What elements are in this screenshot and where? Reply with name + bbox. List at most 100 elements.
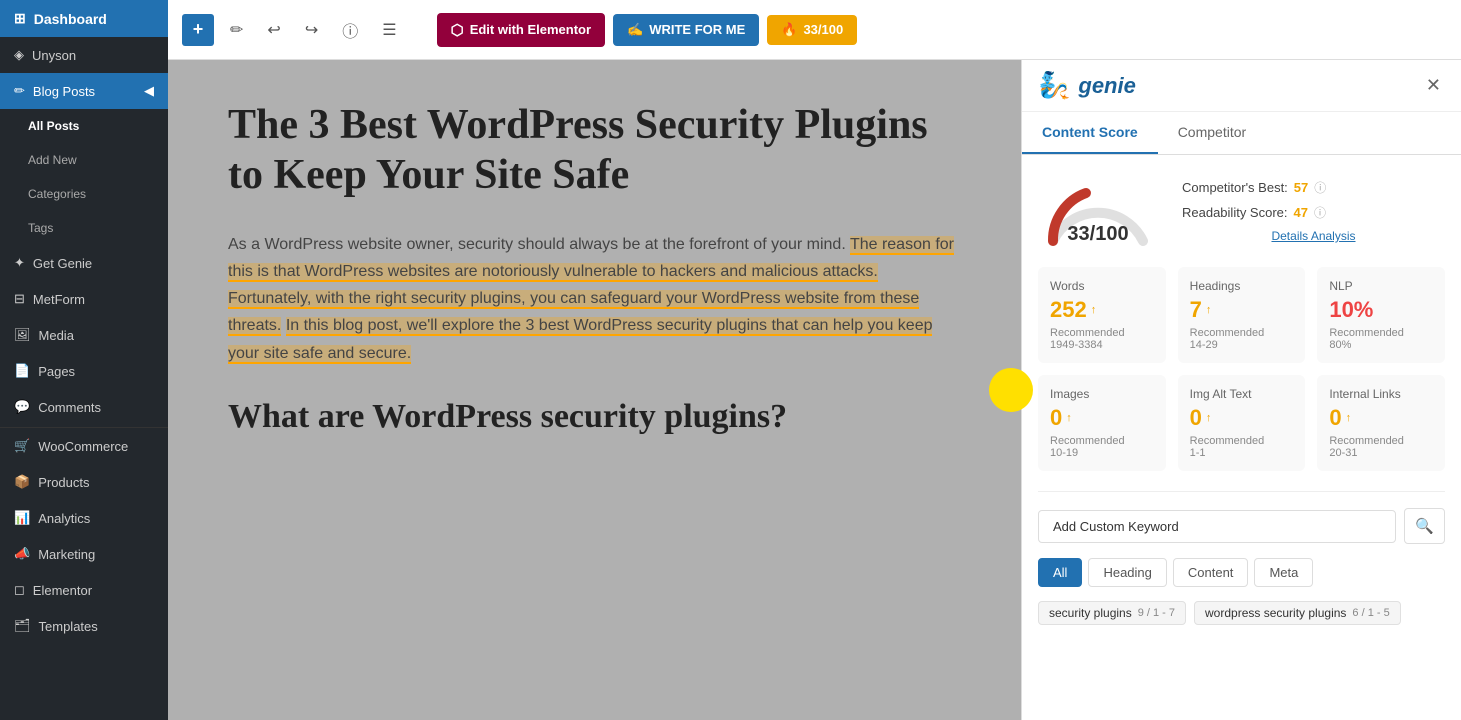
media-icon: 🖼 [14,327,31,343]
sidebar: ⊞ Dashboard ◈ Unyson ✏ Blog Posts ◀ All … [0,0,168,720]
sidebar-item-label: Analytics [38,511,90,526]
templates-icon: 🗂 [14,618,31,634]
metric-headings-recommended: Recommended 14-29 [1190,327,1294,351]
keyword-tag-text: security plugins [1049,606,1132,620]
sidebar-item-label: Unyson [32,48,76,63]
metric-img-alt-recommended: Recommended 1-1 [1190,435,1294,459]
sidebar-item-all-posts[interactable]: All Posts [0,109,168,143]
competitor-best-label: Competitor's Best: [1182,180,1288,195]
metric-internal-links-recommended: Recommended 20-31 [1329,435,1433,459]
sidebar-item-label: MetForm [33,292,85,307]
sidebar-item-label: Templates [39,619,98,634]
sidebar-item-blog-posts[interactable]: ✏ Blog Posts ◀ [0,73,168,109]
metric-nlp-value: 10% [1329,297,1433,323]
sidebar-item-categories[interactable]: Categories [0,177,168,211]
post-body-1: As a WordPress website owner, security s… [228,231,961,367]
metric-headings: Headings 7 ↑ Recommended 14-29 [1178,267,1306,363]
keyword-search-button[interactable]: 🔍 [1404,508,1445,544]
woocommerce-icon: 🛒 [14,438,30,454]
sidebar-item-templates[interactable]: 🗂 Templates [0,608,168,644]
filter-tab-content[interactable]: Content [1173,558,1249,587]
keyword-tag-text: wordpress security plugins [1205,606,1346,620]
dashboard-icon: ⊞ [14,10,26,27]
sidebar-item-add-new[interactable]: Add New [0,143,168,177]
edit-elementor-button[interactable]: ⬡ Edit with Elementor [437,13,605,47]
metric-images-value: 0 ↑ [1050,405,1154,431]
sidebar-item-analytics[interactable]: 📊 Analytics [0,500,168,536]
metric-images-label: Images [1050,387,1154,401]
sidebar-item-products[interactable]: 📦 Products [0,464,168,500]
sidebar-item-label: Tags [28,221,53,235]
sidebar-item-elementor[interactable]: ◻ Elementor [0,572,168,608]
undo-button[interactable]: ↩ [259,14,288,46]
metric-img-alt-arrow: ↑ [1206,412,1212,424]
keyword-tags: security plugins 9 / 1 - 7 wordpress sec… [1038,601,1445,625]
yellow-circle-decoration [989,368,1033,412]
sidebar-header[interactable]: ⊞ Dashboard [0,0,168,37]
menu-icon: ☰ [382,20,396,40]
metric-nlp-recommended: Recommended 80% [1329,327,1433,351]
readability-score-row: Readability Score: 47 ⓘ [1182,204,1445,221]
tab-competitor[interactable]: Competitor [1158,112,1266,154]
sidebar-item-unyson[interactable]: ◈ Unyson [0,37,168,73]
tab-content-score[interactable]: Content Score [1022,112,1158,154]
divider [1038,491,1445,492]
sidebar-item-label: Media [39,328,74,343]
sidebar-item-label: Marketing [38,547,95,562]
sidebar-item-label: Blog Posts [33,84,95,99]
elementor-logo-icon: ⬡ [451,21,464,39]
add-keyword-section: Add Custom Keyword 🔍 [1038,508,1445,544]
keyword-tag-wordpress-security: wordpress security plugins 6 / 1 - 5 [1194,601,1401,625]
metric-nlp: NLP 10% Recommended 80% [1317,267,1445,363]
score-badge[interactable]: 🔥 33/100 [767,15,857,45]
metric-words-label: Words [1050,279,1154,293]
sidebar-item-tags[interactable]: Tags [0,211,168,245]
close-panel-button[interactable]: ✕ [1422,71,1445,100]
sidebar-item-label: Add New [28,153,77,167]
metric-internal-links-label: Internal Links [1329,387,1433,401]
sidebar-item-woocommerce[interactable]: 🛒 WooCommerce [0,428,168,464]
info-button[interactable]: ⓘ [334,12,366,48]
sidebar-item-get-genie[interactable]: ✦ Get Genie [0,245,168,281]
panel-header: 🧞 genie ✕ [1022,60,1461,112]
metric-images-arrow: ↑ [1066,412,1072,424]
sidebar-item-marketing[interactable]: 📣 Marketing [0,536,168,572]
keyword-tag-count: 6 / 1 - 5 [1352,607,1389,619]
metric-img-alt-text: Img Alt Text 0 ↑ Recommended 1-1 [1178,375,1306,471]
metric-headings-label: Headings [1190,279,1294,293]
filter-tab-all[interactable]: All [1038,558,1082,587]
sidebar-item-label: Elementor [33,583,92,598]
sidebar-item-media[interactable]: 🖼 Media [0,317,168,353]
add-custom-keyword-button[interactable]: Add Custom Keyword [1038,510,1396,543]
edit-elementor-label: Edit with Elementor [470,22,591,37]
readability-info-icon[interactable]: ⓘ [1314,204,1326,221]
competitor-best-info-icon[interactable]: ⓘ [1314,179,1326,196]
filter-tab-heading[interactable]: Heading [1088,558,1166,587]
metric-words-recommended: Recommended 1949-3384 [1050,327,1154,351]
metric-images-recommended: Recommended 10-19 [1050,435,1154,459]
editor-content[interactable]: The 3 Best WordPress Security Plugins to… [168,60,1021,720]
sidebar-item-metform[interactable]: ⊟ MetForm [0,281,168,317]
right-panel: 🧞 genie ✕ Content Score Competitor [1021,60,1461,720]
post-section-title: What are WordPress security plugins? [228,397,961,438]
genie-logo-icon: 🧞 [1038,70,1070,101]
details-analysis-link[interactable]: Details Analysis [1182,229,1445,243]
edit-pencil-button[interactable]: ✏ [222,14,251,46]
add-button[interactable]: + [182,14,214,46]
menu-button[interactable]: ☰ [374,14,404,46]
keyword-tag-count: 9 / 1 - 7 [1138,607,1175,619]
filter-tab-meta[interactable]: Meta [1254,558,1313,587]
products-icon: 📦 [14,474,30,490]
sidebar-header-label: Dashboard [34,11,107,27]
gauge-score-text: 33/100 [1067,223,1128,246]
sidebar-item-comments[interactable]: 💬 Comments [0,389,168,425]
sidebar-item-label: WooCommerce [38,439,128,454]
competitor-best-value: 57 [1294,180,1308,195]
write-for-me-button[interactable]: ✍ WRITE FOR ME [613,14,759,46]
sidebar-item-pages[interactable]: 📄 Pages [0,353,168,389]
pages-icon: 📄 [14,363,30,379]
sidebar-item-label: Comments [38,400,101,415]
score-details: Competitor's Best: 57 ⓘ Readability Scor… [1182,179,1445,243]
redo-button[interactable]: ↪ [297,14,326,46]
fire-icon: 🔥 [781,22,797,38]
